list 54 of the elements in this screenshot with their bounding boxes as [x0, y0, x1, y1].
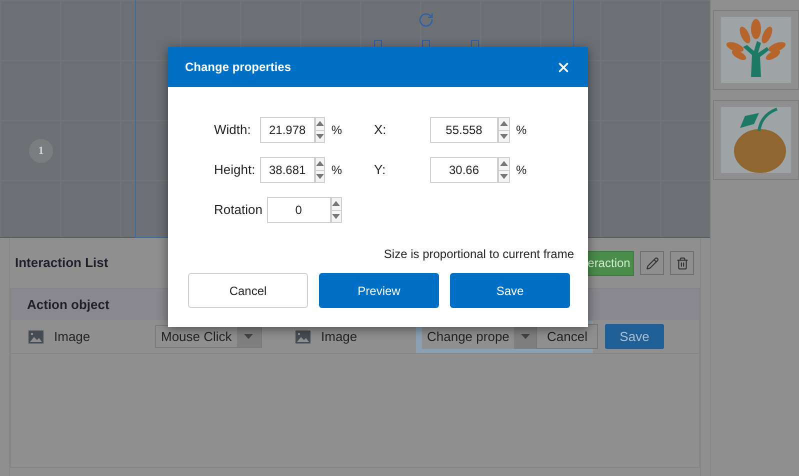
up-arrow-icon	[316, 161, 324, 166]
number-field[interactable]: 21.978	[260, 117, 316, 143]
primary-button[interactable]: Preview	[319, 273, 439, 308]
image-icon	[28, 330, 44, 344]
rotate-handle-icon[interactable]	[418, 12, 434, 28]
field-label: Height:	[214, 161, 256, 180]
down-arrow-icon	[316, 134, 324, 139]
row-save-button[interactable]: Save	[605, 324, 664, 349]
number-field[interactable]: 55.558	[430, 117, 498, 143]
field-label: Y:	[374, 161, 387, 180]
up-arrow-icon	[332, 201, 340, 206]
spinner[interactable]	[315, 157, 326, 183]
field-label: X:	[374, 121, 388, 140]
panel-title: Interaction List	[15, 254, 108, 272]
dialog-note: Size is proportional to current frame	[384, 246, 574, 263]
down-arrow-icon	[332, 214, 340, 219]
unit-label: %	[516, 162, 527, 179]
caret-icon	[520, 334, 530, 339]
down-arrow-icon	[500, 174, 508, 179]
spinner[interactable]	[330, 197, 342, 223]
dialog-title: Change properties	[185, 59, 292, 76]
number-field[interactable]: 30.66	[430, 157, 498, 183]
thumbnail-card[interactable]	[713, 10, 799, 90]
tree-drawing	[721, 17, 791, 83]
table-cell-text: Image	[321, 328, 358, 346]
image-icon	[295, 330, 311, 344]
field-label: Width:	[214, 121, 252, 140]
table-cell-text: Image	[54, 328, 90, 346]
thumbnail-card[interactable]	[713, 100, 799, 180]
down-arrow-icon	[500, 134, 508, 139]
edit-button[interactable]	[640, 251, 664, 275]
field-label: Rotation	[214, 201, 264, 220]
spinner[interactable]	[498, 157, 510, 183]
delete-button[interactable]	[670, 251, 694, 275]
pencil-icon	[646, 256, 658, 270]
step-badge: 1	[29, 139, 53, 163]
caret-icon	[244, 334, 254, 339]
cancel-button[interactable]: Cancel	[188, 273, 308, 308]
up-arrow-icon	[500, 161, 508, 166]
down-arrow-icon	[316, 174, 324, 179]
column-header: Action object	[27, 296, 110, 314]
spinner[interactable]	[315, 117, 326, 143]
unit-label: %	[331, 162, 342, 179]
number-field[interactable]: 38.681	[260, 157, 316, 183]
row-cancel-button[interactable]: Cancel	[536, 324, 598, 349]
up-arrow-icon	[500, 121, 508, 126]
up-arrow-icon	[316, 121, 324, 126]
unit-label: %	[516, 122, 527, 139]
fruit-drawing	[721, 107, 791, 173]
primary-button[interactable]: Save	[450, 273, 570, 308]
number-field[interactable]: 0	[266, 197, 331, 223]
spinner[interactable]	[498, 117, 510, 143]
unit-label: %	[331, 122, 342, 139]
trash-icon	[676, 256, 688, 270]
